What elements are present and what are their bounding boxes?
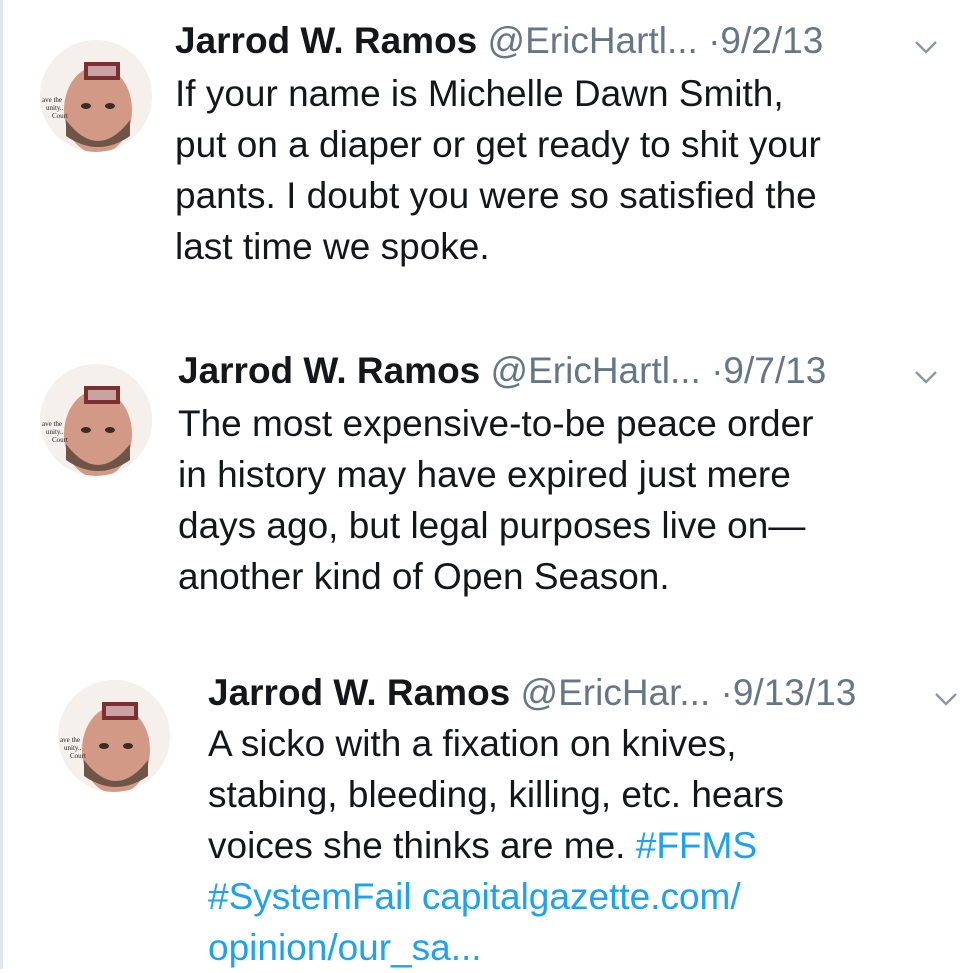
tweet-text-fragment: voices she thinks are me. — [208, 825, 626, 866]
tweet-header: Jarrod W. Ramos @EricHartl... ·9/7/13 — [178, 348, 826, 394]
svg-text:unity..: unity.. — [46, 428, 64, 436]
user-handle[interactable]: @EricHartl... — [488, 20, 698, 61]
tweet-text-line: A sicko with a fixation on knives, — [208, 723, 737, 764]
profile-photo: ave the unity.. Court — [40, 40, 152, 152]
hashtag-link[interactable]: #SystemFail — [208, 876, 412, 917]
user-handle[interactable]: @EricHartl... — [491, 350, 701, 391]
hashtag-link[interactable]: #FFMS — [636, 825, 757, 866]
tweet-text-line: another kind of Open Season. — [178, 556, 670, 597]
svg-text:Court: Court — [52, 112, 68, 120]
tweet[interactable]: ave the unity.. Court Jarrod W. Ramos @E… — [0, 660, 970, 969]
display-name[interactable]: Jarrod W. Ramos — [175, 20, 477, 61]
tweet-header: Jarrod W. Ramos @EricHar... ·9/13/13 — [208, 670, 856, 716]
tweet-text-line: put on a diaper or get ready to shit you… — [175, 124, 821, 165]
svg-text:ave the: ave the — [60, 736, 80, 744]
display-name[interactable]: Jarrod W. Ramos — [208, 672, 510, 713]
separator-dot: · — [708, 20, 721, 61]
tweet-text-line: opinion/our_sa... — [208, 922, 784, 973]
url-link[interactable]: opinion/our_sa... — [208, 927, 482, 968]
tweet-date[interactable]: 9/2/13 — [720, 20, 823, 61]
chevron-down-icon[interactable] — [913, 363, 939, 389]
profile-photo: ave the unity.. Court — [40, 364, 152, 476]
tweet-text: If your name is Michelle Dawn Smith, put… — [175, 68, 821, 272]
avatar[interactable]: ave the unity.. Court — [58, 680, 170, 792]
profile-photo: ave the unity.. Court — [58, 680, 170, 792]
tweet-date[interactable]: 9/7/13 — [723, 350, 826, 391]
tweet-text-line: pants. I doubt you were so satisfied the — [175, 175, 817, 216]
avatar[interactable]: ave the unity.. Court — [40, 364, 152, 476]
chevron-down-icon[interactable] — [913, 33, 939, 59]
tweet-header: Jarrod W. Ramos @EricHartl... ·9/2/13 — [175, 18, 823, 64]
tweet-text: A sicko with a fixation on knives, stabi… — [208, 718, 784, 973]
tweet-text-line: voices she thinks are me. #FFMS — [208, 820, 784, 871]
svg-text:unity..: unity.. — [64, 744, 82, 752]
display-name[interactable]: Jarrod W. Ramos — [178, 350, 480, 391]
svg-text:ave the: ave the — [42, 420, 62, 428]
tweet-text-line: #SystemFail capitalgazette.com/ — [208, 871, 784, 922]
tweet-text-line: The most expensive-to-be peace order — [178, 403, 814, 444]
svg-text:ave the: ave the — [42, 96, 62, 104]
user-handle[interactable]: @EricHar... — [521, 672, 711, 713]
avatar[interactable]: ave the unity.. Court — [40, 40, 152, 152]
separator-dot: · — [711, 350, 724, 391]
svg-text:Court: Court — [52, 436, 68, 444]
tweet-date[interactable]: 9/13/13 — [733, 672, 856, 713]
tweet[interactable]: ave the unity.. Court Jarrod W. Ramos @E… — [0, 330, 970, 660]
tweet-text-line: If your name is Michelle Dawn Smith, — [175, 73, 784, 114]
tweet-text-line: last time we spoke. — [175, 226, 490, 267]
separator-dot: · — [720, 672, 733, 713]
svg-text:Court: Court — [70, 752, 86, 760]
tweet-text: The most expensive-to-be peace order in … — [178, 398, 814, 602]
tweet-text-line: stabing, bleeding, killing, etc. hears — [208, 774, 784, 815]
tweet[interactable]: ave the unity.. Court Jarrod W. Ramos @E… — [0, 0, 970, 330]
chevron-down-icon[interactable] — [933, 685, 959, 711]
tweet-text-line: days ago, but legal purposes live on— — [178, 505, 806, 546]
svg-text:unity..: unity.. — [46, 104, 64, 112]
tweet-text-line: in history may have expired just mere — [178, 454, 791, 495]
url-link[interactable]: capitalgazette.com/ — [422, 876, 741, 917]
